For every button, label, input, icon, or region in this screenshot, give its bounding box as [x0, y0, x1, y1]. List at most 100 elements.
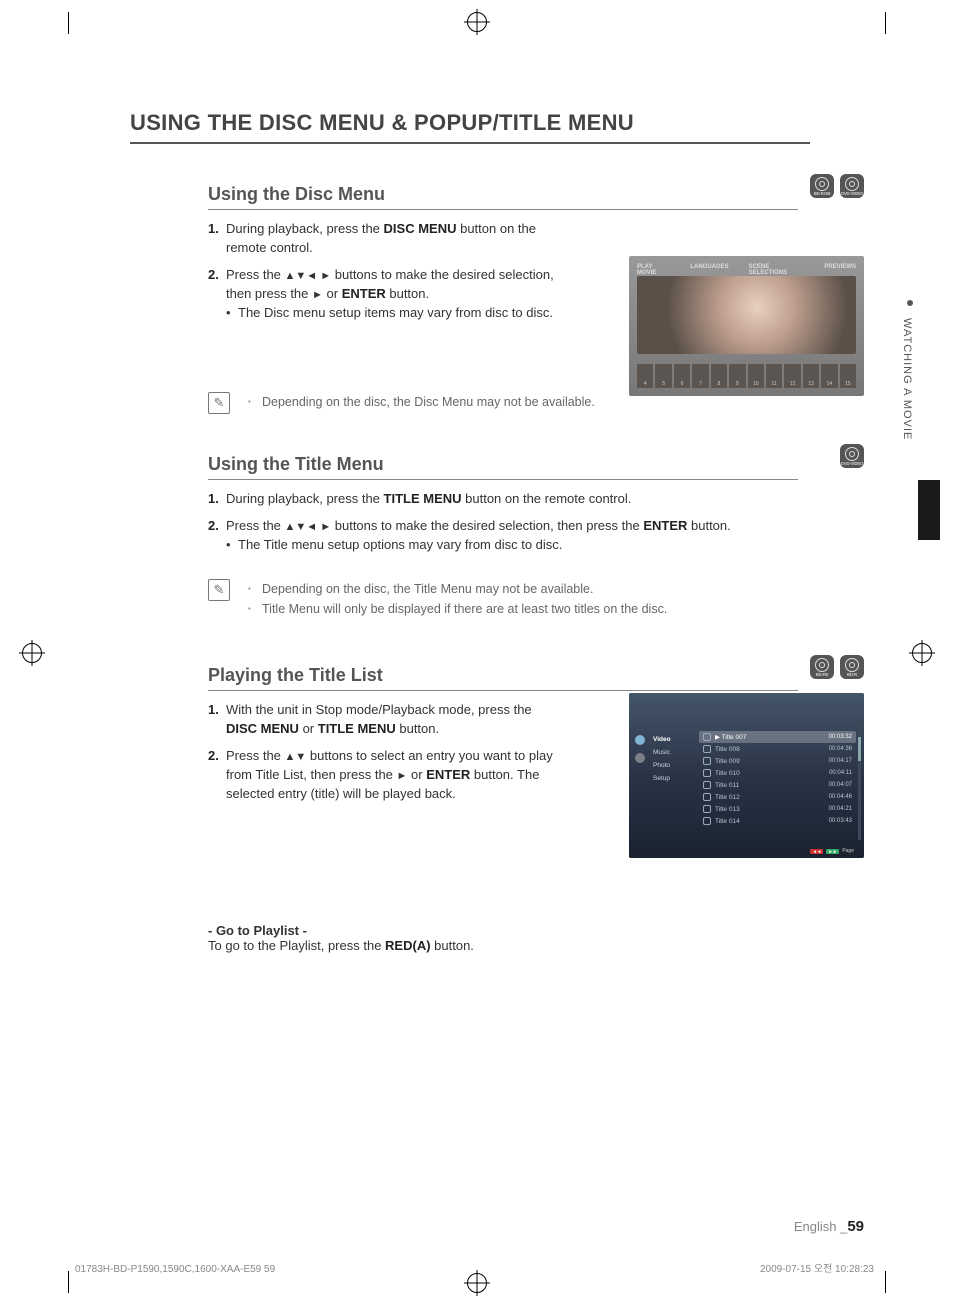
category-item: Photo [653, 759, 671, 772]
title-row: Title 01100:04:07 [699, 779, 856, 791]
menu-tab: LANGUAGES [690, 264, 728, 276]
title-row: Title 01400:03:43 [699, 815, 856, 827]
note-icon: ✎ [208, 579, 230, 601]
title-icon [703, 805, 711, 813]
scrollbar [858, 719, 861, 840]
prev-page-icon: ◄◄ [810, 849, 823, 854]
title-duration: 00:04:21 [829, 806, 852, 812]
page-number: English _59 [794, 1218, 864, 1235]
title-row: ▶ Title 00700:03:32 [699, 731, 856, 743]
disc-menu-screenshot: PLAY MOVIE LANGUAGES SCENE SELECTIONS PREVI… [629, 256, 864, 396]
category-item: Video [653, 733, 671, 746]
arrow-right-icon: ► [312, 289, 323, 301]
category-item: Music [653, 746, 671, 759]
menu-tab: SCENE SELECTIONS [749, 264, 805, 276]
section-disc-menu: BD-ROM DVD-VIDEO Using the Disc Menu 1. … [208, 184, 864, 414]
page-content: USING THE DISC MENU & POPUP/TITLE MENU W… [130, 110, 864, 1235]
goto-playlist: - Go to Playlist - To go to the Playlist… [208, 923, 864, 953]
bd-re-icon: BD-RE [810, 655, 834, 679]
bd-r-icon: BD-R [840, 655, 864, 679]
chapter-thumb: 15 [840, 364, 856, 388]
title-row: Title 00900:04:17 [699, 755, 856, 767]
title-icon [703, 745, 711, 753]
section-heading: Using the Title Menu [208, 454, 798, 480]
chapter-thumb: 9 [729, 364, 745, 388]
step-1: 1. With the unit in Stop mode/Playback m… [208, 701, 558, 739]
title-list: ▶ Title 00700:03:32Title 00800:04:36Titl… [699, 731, 856, 827]
chapter-thumb: 13 [803, 364, 819, 388]
title-name: Title 008 [715, 746, 829, 753]
page-title: USING THE DISC MENU & POPUP/TITLE MENU [130, 110, 864, 136]
title-row: Title 01000:04:11 [699, 767, 856, 779]
side-dot-icon [907, 300, 913, 306]
goto-text: To go to the Playlist, press the RED(A) … [208, 938, 864, 953]
next-page-icon: ►► [826, 849, 839, 854]
menu-tab: PREVIEWS [824, 264, 856, 276]
bd-rom-icon: BD-ROM [810, 174, 834, 198]
title-name: ▶ Title 007 [715, 733, 829, 741]
section-heading: Playing the Title List [208, 665, 798, 691]
title-duration: 00:03:32 [829, 734, 852, 740]
manual-page: USING THE DISC MENU & POPUP/TITLE MENU W… [0, 0, 954, 1305]
title-duration: 00:04:17 [829, 758, 852, 764]
title-icon [703, 733, 711, 741]
notes: Depending on the disc, the Disc Menu may… [248, 392, 595, 412]
footer-file: 01783H-BD-P1590,1590C,1600-XAA-E59 59 [75, 1264, 275, 1275]
footer-date: 2009-07-15 오전 10:28:23 [760, 1260, 874, 1275]
crop-mark [68, 1271, 69, 1293]
nav-dot-icon [635, 735, 645, 745]
register-mark-icon [467, 1273, 487, 1293]
arrow-up-down-left-right-icon: ▲▼◄ ► [285, 270, 332, 282]
section-title-menu: DVD-VIDEO Using the Title Menu 1. During… [208, 454, 864, 619]
register-mark-icon [22, 643, 42, 663]
side-thumb-index [918, 480, 940, 540]
dvd-video-icon: DVD-VIDEO [840, 174, 864, 198]
register-mark-icon [912, 643, 932, 663]
steps-list: 1. During playback, press the DISC MENU … [208, 220, 558, 322]
title-row: Title 00800:04:36 [699, 743, 856, 755]
chapter-thumb: 14 [821, 364, 837, 388]
title-name: Title 012 [715, 794, 829, 801]
note-block: ✎ Depending on the disc, the Title Menu … [208, 579, 864, 619]
chapter-thumb: 5 [655, 364, 671, 388]
chapter-thumb: 10 [748, 364, 764, 388]
step-1: 1. During playback, press the TITLE MENU… [208, 490, 778, 509]
title-duration: 00:04:36 [829, 746, 852, 752]
side-tab-label: WATCHING A MOVIE [898, 314, 916, 444]
title-icon [703, 781, 711, 789]
page-bar: ◄◄ ►► Page [810, 848, 854, 854]
chapter-thumb: 11 [766, 364, 782, 388]
notes: Depending on the disc, the Title Menu ma… [248, 579, 667, 619]
title-row: Title 01200:04:46 [699, 791, 856, 803]
menu-tab: PLAY MOVIE [637, 264, 670, 276]
title-icon [703, 817, 711, 825]
disc-type-icons: BD-ROM DVD-VIDEO [810, 174, 864, 198]
chapter-thumb: 8 [711, 364, 727, 388]
crop-mark [885, 1271, 886, 1293]
steps-list: 1. With the unit in Stop mode/Playback m… [208, 701, 558, 803]
chapter-thumb: 7 [692, 364, 708, 388]
movie-preview-image [637, 276, 856, 354]
section-heading: Using the Disc Menu [208, 184, 798, 210]
title-icon [703, 793, 711, 801]
step-2: 2. Press the ▲▼◄ ► buttons to make the d… [208, 517, 778, 555]
title-rule [130, 142, 810, 144]
dvd-video-icon: DVD-VIDEO [840, 444, 864, 468]
chapter-thumb: 6 [674, 364, 690, 388]
title-name: Title 013 [715, 806, 829, 813]
arrow-right-icon: ► [397, 770, 408, 782]
crop-mark [68, 12, 69, 34]
chapter-thumb: 4 [637, 364, 653, 388]
title-list-screenshot: VideoMusicPhotoSetup ▶ Title 00700:03:32… [629, 693, 864, 858]
step-2: 2. Press the ▲▼◄ ► buttons to make the d… [208, 266, 558, 323]
goto-heading: - Go to Playlist - [208, 923, 864, 938]
section-side-tab: WATCHING A MOVIE [898, 300, 922, 444]
steps-list: 1. During playback, press the TITLE MENU… [208, 490, 778, 555]
disc-type-icons: BD-RE BD-R [810, 655, 864, 679]
register-mark-icon [467, 12, 487, 32]
title-icon [703, 769, 711, 777]
step-2: 2. Press the ▲▼ buttons to select an ent… [208, 747, 558, 804]
step-sub: The Title menu setup options may vary fr… [226, 536, 778, 555]
title-row: Title 01300:04:21 [699, 803, 856, 815]
arrow-up-down-icon: ▲▼ [285, 751, 307, 763]
